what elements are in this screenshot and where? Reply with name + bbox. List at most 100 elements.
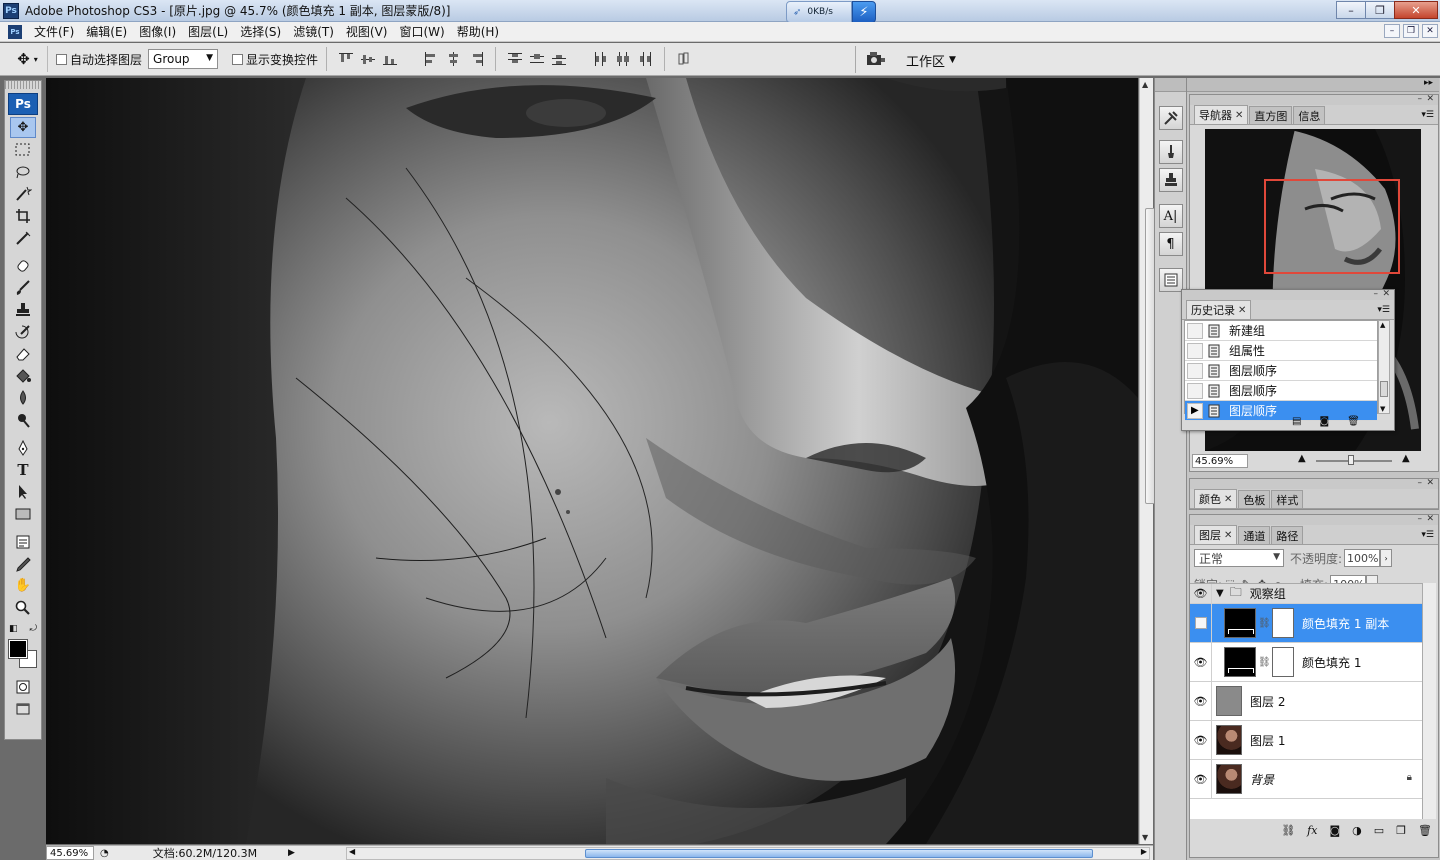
tab-channels[interactable]: 通道 (1238, 526, 1271, 544)
status-menu-arrow-icon[interactable]: ▶ (288, 848, 295, 858)
layer-row[interactable]: ⛓︎ 颜色填充 1 副本 (1190, 604, 1422, 643)
adjustment-layer-icon[interactable]: ◑ (1352, 824, 1362, 837)
layer-mask-thumbnail[interactable] (1272, 647, 1294, 677)
minimize-button[interactable]: – (1336, 1, 1366, 19)
layer-mask-thumbnail[interactable] (1272, 608, 1294, 638)
align-top-icon[interactable] (336, 50, 356, 68)
tab-layers[interactable]: 图层 ✕ (1194, 525, 1238, 544)
eye-icon[interactable]: 👁︎ (1190, 584, 1212, 603)
tab-paths[interactable]: 路径 (1271, 526, 1304, 544)
panel-close-icon[interactable]: ✕ (1426, 514, 1434, 524)
history-snapshot-toggle[interactable] (1187, 322, 1203, 339)
paint-bucket-tool-icon[interactable] (10, 365, 36, 386)
close-icon[interactable]: ✕ (1235, 110, 1243, 121)
tab-histogram[interactable]: 直方图 (1249, 106, 1293, 124)
panel-menu-icon[interactable]: ▾☰ (1421, 110, 1434, 120)
photoshop-logo-icon[interactable]: Ps (8, 93, 38, 115)
scroll-left-icon[interactable]: ◀ (349, 847, 355, 856)
history-item[interactable]: 新建组 (1185, 321, 1377, 341)
layer-comps-icon[interactable] (1158, 268, 1183, 292)
panel-minimize-icon[interactable]: – (1374, 289, 1379, 299)
chevron-down-icon[interactable]: ▼ (1216, 588, 1224, 599)
document-icon[interactable]: Ps (8, 24, 22, 39)
zoom-in-icon[interactable]: ▲ (1402, 453, 1410, 464)
tool-presets-icon[interactable] (1158, 106, 1183, 130)
eraser-tool-icon[interactable] (10, 343, 36, 364)
clone-source-icon[interactable] (1158, 168, 1183, 192)
blend-mode-dropdown[interactable]: 正常 ▼ (1194, 549, 1284, 567)
opacity-field[interactable]: 100% (1344, 549, 1381, 567)
swap-colors-icon[interactable]: ⤾ (30, 624, 38, 634)
layer-style-icon[interactable]: fx (1307, 824, 1317, 837)
menu-file[interactable]: 文件(F) (28, 23, 80, 40)
layer-row[interactable]: 👁︎ ⛓︎ 颜色填充 1 (1190, 643, 1422, 682)
collapse-icon[interactable]: ▸▸ (1424, 78, 1433, 88)
dock-grip[interactable] (1155, 78, 1186, 92)
menu-window[interactable]: 窗口(W) (393, 23, 450, 40)
crop-tool-icon[interactable] (10, 205, 36, 226)
panel-minimize-icon[interactable]: – (1418, 514, 1423, 524)
history-item[interactable]: 图层顺序 (1185, 361, 1377, 381)
zoom-field[interactable]: 45.69% (46, 846, 94, 860)
document-canvas[interactable] (46, 78, 1138, 844)
character-icon[interactable]: A| (1158, 204, 1183, 228)
eye-icon[interactable]: 👁︎ (1190, 721, 1212, 759)
type-tool-icon[interactable]: T (10, 459, 36, 480)
distribute-left-icon[interactable] (591, 50, 611, 68)
doc-close-button[interactable]: ✕ (1422, 24, 1438, 38)
eye-icon[interactable]: 👁︎ (1190, 760, 1212, 798)
link-icon[interactable]: ⛓︎ (1258, 618, 1271, 629)
align-left-icon[interactable] (422, 50, 442, 68)
navigator-zoom-field[interactable]: 45.69% (1192, 454, 1248, 468)
vertical-scrollbar[interactable]: ▲ ▼ (1139, 78, 1156, 844)
opacity-arrow-icon[interactable]: › (1380, 549, 1393, 567)
quick-mask-icon[interactable] (10, 676, 36, 697)
distribute-right-icon[interactable] (635, 50, 655, 68)
navigator-zoom-knob[interactable] (1348, 455, 1354, 465)
layer-row[interactable]: 👁︎ 图层 1 (1190, 721, 1422, 760)
notes-tool-icon[interactable] (10, 531, 36, 552)
history-snapshot-toggle[interactable] (1187, 382, 1203, 399)
new-document-from-state-icon[interactable]: ▤ (1292, 416, 1301, 427)
fill-layer-thumbnail[interactable] (1224, 647, 1256, 677)
menu-layer[interactable]: 图层(L) (182, 23, 234, 40)
clone-stamp-tool-icon[interactable] (10, 299, 36, 320)
hand-tool-icon[interactable]: ✋ (10, 575, 36, 596)
menu-help[interactable]: 帮助(H) (451, 23, 505, 40)
horizontal-scrollbar[interactable]: ◀ ▶ (346, 847, 1150, 860)
tab-navigator[interactable]: 导航器 ✕ (1194, 105, 1249, 124)
menu-image[interactable]: 图像(I) (133, 23, 182, 40)
distribute-top-icon[interactable] (505, 50, 525, 68)
tab-color[interactable]: 颜色 ✕ (1194, 489, 1238, 508)
align-right-icon[interactable] (466, 50, 486, 68)
align-hcenter-icon[interactable] (444, 50, 464, 68)
scroll-down-icon[interactable]: ▼ (1380, 405, 1385, 413)
history-item[interactable]: 组属性 (1185, 341, 1377, 361)
delete-layer-icon[interactable]: 🗑︎ (1418, 824, 1432, 837)
auto-align-icon[interactable] (674, 50, 694, 68)
tab-styles[interactable]: 样式 (1271, 490, 1304, 508)
network-speed-widget[interactable]: ➶ 0KB/s ⚡ (786, 1, 878, 23)
close-icon[interactable]: ✕ (1238, 305, 1246, 316)
history-scroll-thumb[interactable] (1380, 381, 1388, 397)
close-icon[interactable]: ✕ (1224, 494, 1232, 505)
tab-history[interactable]: 历史记录 ✕ (1186, 300, 1252, 319)
screen-mode-icon[interactable] (10, 698, 36, 719)
layers-scrollbar[interactable] (1422, 583, 1436, 819)
layer-visibility-toggle[interactable] (1190, 604, 1212, 642)
layer-row[interactable]: 👁︎ 背景 🔒︎ (1190, 760, 1422, 799)
brushes-icon[interactable] (1158, 140, 1183, 164)
layer-thumbnail[interactable] (1216, 686, 1242, 716)
history-scrollbar[interactable]: ▲ ▼ (1378, 320, 1390, 414)
auto-select-dropdown[interactable]: Group ▼ (148, 49, 219, 69)
history-snapshot-toggle[interactable] (1187, 362, 1203, 379)
path-selection-tool-icon[interactable] (10, 481, 36, 502)
show-transform-checkbox[interactable] (232, 53, 244, 65)
lasso-tool-icon[interactable] (10, 161, 36, 182)
move-tool-preset-icon[interactable]: ✥ ▾ (8, 46, 48, 72)
layer-group-row[interactable]: 👁︎ ▼ 🗀︎ 观察组 (1190, 584, 1422, 604)
panel-menu-icon[interactable]: ▾☰ (1377, 305, 1390, 315)
new-layer-icon[interactable]: ❐ (1396, 824, 1406, 837)
eye-icon[interactable]: 👁︎ (1190, 643, 1212, 681)
move-tool-icon[interactable]: ✥ (10, 117, 36, 138)
